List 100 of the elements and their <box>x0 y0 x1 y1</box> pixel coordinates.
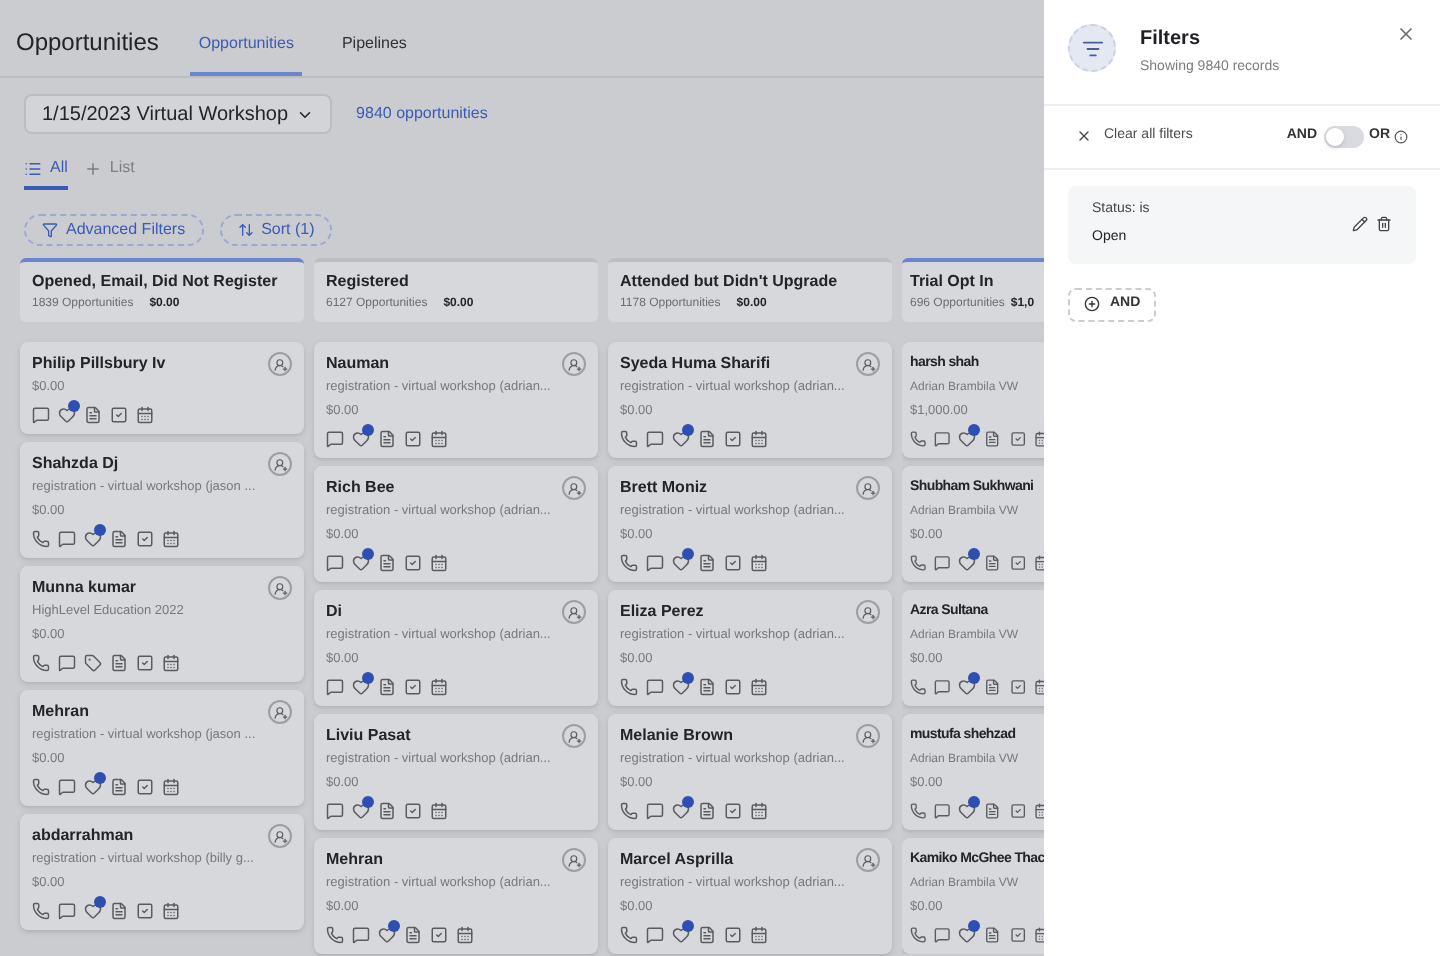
task-icon[interactable] <box>724 430 742 448</box>
document-icon[interactable] <box>698 802 716 820</box>
document-icon[interactable] <box>698 678 716 696</box>
phone-icon[interactable] <box>620 430 638 448</box>
task-icon[interactable] <box>1009 430 1026 448</box>
assign-user-icon[interactable] <box>562 476 586 500</box>
assign-user-icon[interactable] <box>856 352 880 376</box>
task-icon[interactable] <box>136 530 154 548</box>
heart-icon[interactable] <box>352 554 370 572</box>
view-tab[interactable]: All <box>24 150 68 190</box>
assign-user-icon[interactable] <box>562 848 586 872</box>
document-icon[interactable] <box>378 678 396 696</box>
assign-user-icon[interactable] <box>856 848 880 872</box>
document-icon[interactable] <box>378 802 396 820</box>
calendar-icon[interactable] <box>456 926 474 944</box>
phone-icon[interactable] <box>326 926 344 944</box>
document-icon[interactable] <box>110 778 128 796</box>
heart-icon[interactable] <box>672 802 690 820</box>
chat-icon[interactable] <box>326 430 344 448</box>
heart-icon[interactable] <box>672 430 690 448</box>
nav-tab[interactable]: Pipelines <box>333 32 415 76</box>
calendar-icon[interactable] <box>430 430 448 448</box>
assign-user-icon[interactable] <box>856 600 880 624</box>
task-icon[interactable] <box>404 430 422 448</box>
chat-icon[interactable] <box>934 430 951 448</box>
phone-icon[interactable] <box>620 554 638 572</box>
toolbar-button[interactable]: Advanced Filters <box>24 214 204 246</box>
calendar-icon[interactable] <box>430 678 448 696</box>
document-icon[interactable] <box>404 926 422 944</box>
document-icon[interactable] <box>378 554 396 572</box>
heart-icon[interactable] <box>958 430 977 448</box>
heart-icon[interactable] <box>84 778 102 796</box>
chat-icon[interactable] <box>58 530 76 548</box>
task-icon[interactable] <box>1009 678 1026 696</box>
chat-icon[interactable] <box>352 926 370 944</box>
document-icon[interactable] <box>110 902 128 920</box>
task-icon[interactable] <box>404 802 422 820</box>
phone-icon[interactable] <box>910 554 927 572</box>
chat-icon[interactable] <box>326 678 344 696</box>
assign-user-icon[interactable] <box>268 576 292 600</box>
chat-icon[interactable] <box>934 926 951 944</box>
task-icon[interactable] <box>724 554 742 572</box>
task-icon[interactable] <box>110 406 128 424</box>
heart-icon[interactable] <box>958 678 977 696</box>
calendar-icon[interactable] <box>162 778 180 796</box>
heart-icon[interactable] <box>58 406 76 424</box>
task-icon[interactable] <box>136 654 154 672</box>
assign-user-icon[interactable] <box>562 724 586 748</box>
calendar-icon[interactable] <box>750 554 768 572</box>
phone-icon[interactable] <box>910 926 927 944</box>
opportunities-count-link[interactable]: 9840 opportunities <box>356 102 488 126</box>
chat-icon[interactable] <box>646 678 664 696</box>
document-icon[interactable] <box>698 926 716 944</box>
heart-icon[interactable] <box>352 802 370 820</box>
phone-icon[interactable] <box>620 802 638 820</box>
assign-user-icon[interactable] <box>268 352 292 376</box>
and-or-toggle[interactable] <box>1323 125 1363 147</box>
phone-icon[interactable] <box>32 654 50 672</box>
phone-icon[interactable] <box>32 902 50 920</box>
nav-tab[interactable]: Opportunities <box>190 32 302 76</box>
heart-icon[interactable] <box>672 554 690 572</box>
document-icon[interactable] <box>984 430 1002 448</box>
chat-icon[interactable] <box>646 802 664 820</box>
chat-icon[interactable] <box>646 926 664 944</box>
task-icon[interactable] <box>136 902 154 920</box>
heart-icon[interactable] <box>958 802 977 820</box>
task-icon[interactable] <box>724 802 742 820</box>
chat-icon[interactable] <box>934 554 951 572</box>
chat-icon[interactable] <box>934 678 951 696</box>
task-icon[interactable] <box>724 678 742 696</box>
assign-user-icon[interactable] <box>856 724 880 748</box>
heart-icon[interactable] <box>84 902 102 920</box>
task-icon[interactable] <box>1009 926 1026 944</box>
chat-icon[interactable] <box>646 554 664 572</box>
chat-icon[interactable] <box>646 430 664 448</box>
task-icon[interactable] <box>724 926 742 944</box>
chat-icon[interactable] <box>58 654 76 672</box>
chat-icon[interactable] <box>326 554 344 572</box>
assign-user-icon[interactable] <box>268 824 292 848</box>
document-icon[interactable] <box>110 654 128 672</box>
document-icon[interactable] <box>984 554 1002 572</box>
calendar-icon[interactable] <box>750 678 768 696</box>
chat-icon[interactable] <box>934 802 951 820</box>
pipeline-dropdown[interactable]: 1/15/2023 Virtual Workshop <box>24 94 333 134</box>
document-icon[interactable] <box>984 802 1002 820</box>
close-icon[interactable] <box>1396 24 1416 44</box>
task-icon[interactable] <box>404 554 422 572</box>
delete-icon[interactable] <box>1376 216 1392 232</box>
assign-user-icon[interactable] <box>268 452 292 476</box>
calendar-icon[interactable] <box>162 530 180 548</box>
phone-icon[interactable] <box>32 530 50 548</box>
chat-icon[interactable] <box>58 902 76 920</box>
task-icon[interactable] <box>136 778 154 796</box>
chat-icon[interactable] <box>58 778 76 796</box>
calendar-icon[interactable] <box>750 926 768 944</box>
tag-icon[interactable] <box>84 654 102 672</box>
heart-icon[interactable] <box>352 430 370 448</box>
calendar-icon[interactable] <box>430 802 448 820</box>
edit-icon[interactable] <box>1352 216 1368 232</box>
toolbar-button[interactable]: Sort (1) <box>219 214 333 246</box>
